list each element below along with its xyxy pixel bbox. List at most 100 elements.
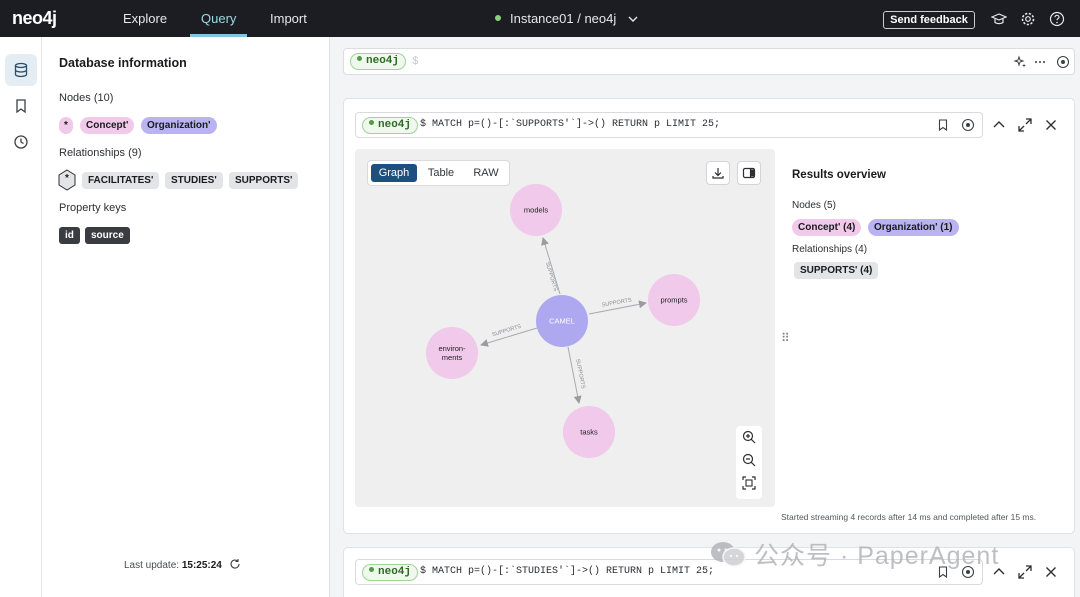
graph-visualization[interactable]: Graph Table RAW SUPPORTS SUPPORTS SUPPOR… xyxy=(355,149,775,507)
tab-query[interactable]: Query xyxy=(201,0,236,37)
database-chip[interactable]: neo4j xyxy=(350,53,407,70)
database-status-dot xyxy=(369,120,374,125)
database-status-dot xyxy=(357,56,362,61)
overview-chip-concept[interactable]: Concept' (4) xyxy=(792,219,862,236)
overview-relationships-label: Relationships (4) xyxy=(792,244,868,255)
node-label-prompts: prompts xyxy=(660,296,687,305)
relationship-chip-supports[interactable]: SUPPORTS' xyxy=(229,172,299,189)
toggle-panel-icon[interactable] xyxy=(737,161,761,185)
collapse-chevron-up-icon[interactable] xyxy=(991,117,1007,133)
tab-explore[interactable]: Explore xyxy=(123,0,167,37)
overview-nodes-label: Nodes (5) xyxy=(792,200,836,211)
node-label-camel: CAMEL xyxy=(549,317,575,326)
property-key-id[interactable]: id xyxy=(59,227,80,244)
view-tab-graph[interactable]: Graph xyxy=(371,164,417,182)
instance-name: Instance01 / neo4j xyxy=(510,11,617,26)
view-tab-table[interactable]: Table xyxy=(418,164,464,182)
left-icon-sidebar xyxy=(0,37,42,597)
run-query-icon[interactable] xyxy=(961,118,975,132)
query-status-text: Started streaming 4 records after 14 ms … xyxy=(781,512,1037,522)
graph-canvas: SUPPORTS SUPPORTS SUPPORTS SUPPORTS mode… xyxy=(426,184,700,458)
chevron-down-icon xyxy=(628,16,638,22)
result-card-supports: neo4j $ MATCH p=()-[:`SUPPORTS'`]->() RE… xyxy=(343,98,1075,534)
query-bar[interactable]: neo4j $ MATCH p=()-[:`SUPPORTS'`]->() RE… xyxy=(355,112,983,138)
panel-title: Database information xyxy=(59,56,187,70)
database-icon[interactable] xyxy=(5,54,37,86)
database-chip[interactable]: neo4j xyxy=(362,564,419,581)
node-label-tasks: tasks xyxy=(580,428,598,437)
ai-sparkle-icon[interactable] xyxy=(1013,55,1027,69)
relationships-section-label: Relationships (9) xyxy=(59,147,142,159)
zoom-in-icon[interactable] xyxy=(741,429,757,445)
editor-prompt: $ xyxy=(412,56,419,68)
resize-drag-handle-icon[interactable]: ⠿ xyxy=(781,331,790,345)
watermark: 公众号 · PaperAgent xyxy=(710,536,999,572)
database-information-panel: Database information Nodes (10) * Concep… xyxy=(42,37,330,597)
zoom-controls xyxy=(736,426,762,499)
query-text: $ MATCH p=()-[:`SUPPORTS'`]->() RETURN p… xyxy=(420,119,721,130)
database-chip-label: neo4j xyxy=(366,55,400,67)
top-navigation-bar: neo4j Explore Query Import Instance01 / … xyxy=(0,0,1080,37)
download-icon[interactable] xyxy=(706,161,730,185)
watermark-text: 公众号 · PaperAgent xyxy=(754,542,1000,570)
run-query-icon[interactable] xyxy=(1056,55,1070,69)
expand-fullscreen-icon[interactable] xyxy=(1017,564,1033,580)
edge-label: SUPPORTS xyxy=(544,261,559,292)
view-switcher: Graph Table RAW xyxy=(367,160,510,186)
last-update: Last update: 15:25:24 xyxy=(124,558,241,571)
query-editor[interactable]: neo4j $ xyxy=(343,48,1075,75)
help-icon[interactable] xyxy=(1049,11,1065,27)
instance-selector[interactable]: Instance01 / neo4j xyxy=(495,0,638,37)
results-overview: Results overview Nodes (5) Concept' (4) … xyxy=(792,149,1064,507)
edge-camel-tasks xyxy=(567,346,582,404)
graduation-cap-icon[interactable] xyxy=(991,11,1007,27)
node-chip-concept[interactable]: Concept' xyxy=(80,117,135,134)
results-overview-title: Results overview xyxy=(792,169,886,181)
refresh-icon[interactable] xyxy=(229,558,241,570)
relationship-chip-all-label: * xyxy=(65,173,69,184)
edge-camel-prompts xyxy=(588,300,647,315)
query-text: $ MATCH p=()-[:`STUDIES'`]->() RETURN p … xyxy=(420,566,715,577)
node-tasks xyxy=(563,406,615,458)
close-icon[interactable] xyxy=(1043,117,1059,133)
node-prompts xyxy=(648,274,700,326)
node-label-environments: environ-ments xyxy=(438,344,466,362)
graph-edges xyxy=(480,237,647,404)
gear-icon[interactable] xyxy=(1020,11,1036,27)
neo4j-logo[interactable]: neo4j xyxy=(12,8,57,29)
node-chip-organization[interactable]: Organization' xyxy=(141,117,217,134)
expand-fullscreen-icon[interactable] xyxy=(1017,117,1033,133)
node-chip-all[interactable]: * xyxy=(59,117,73,134)
close-icon[interactable] xyxy=(1043,564,1059,580)
overview-chip-organization[interactable]: Organization' (1) xyxy=(868,219,959,236)
edge-label: SUPPORTS xyxy=(574,358,586,389)
property-key-source[interactable]: source xyxy=(85,227,130,244)
node-camel xyxy=(536,295,588,347)
database-status-dot xyxy=(369,567,374,572)
database-chip[interactable]: neo4j xyxy=(362,117,419,134)
relationship-chip-facilitates[interactable]: FACILITATES' xyxy=(82,172,160,189)
bookmark-icon[interactable] xyxy=(5,90,37,122)
zoom-out-icon[interactable] xyxy=(741,452,757,468)
overview-chip-supports[interactable]: SUPPORTS' (4) xyxy=(794,262,879,279)
fit-to-screen-icon[interactable] xyxy=(741,475,757,491)
connection-status-dot xyxy=(495,15,501,21)
edge-label: SUPPORTS xyxy=(601,297,632,308)
view-tab-raw[interactable]: RAW xyxy=(464,164,508,182)
relationship-chip-studies[interactable]: STUDIES' xyxy=(165,172,223,189)
database-chip-label: neo4j xyxy=(378,566,412,578)
more-options-icon[interactable] xyxy=(1033,55,1047,69)
history-clock-icon[interactable] xyxy=(5,126,37,158)
bookmark-icon[interactable] xyxy=(936,118,950,132)
node-environments xyxy=(426,327,478,379)
nodes-section-label: Nodes (10) xyxy=(59,92,114,104)
tab-import[interactable]: Import xyxy=(270,0,307,37)
last-update-label: Last update: xyxy=(124,560,180,571)
send-feedback-button[interactable]: Send feedback xyxy=(883,11,975,29)
node-label-models: models xyxy=(524,206,548,215)
edge-label: SUPPORTS xyxy=(491,324,522,339)
last-update-time: 15:25:24 xyxy=(181,560,222,571)
property-keys-section-label: Property keys xyxy=(59,202,127,214)
edge-camel-environments xyxy=(480,327,538,347)
relationship-chip-all[interactable]: * xyxy=(57,169,77,191)
